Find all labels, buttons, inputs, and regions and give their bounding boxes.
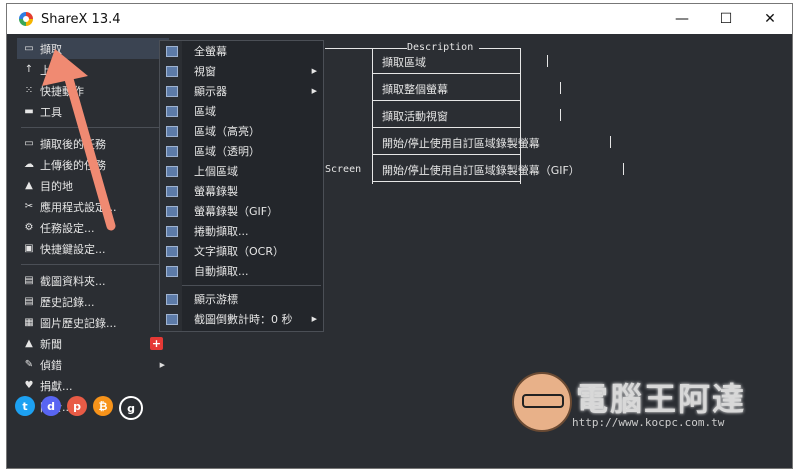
arrow-head	[42, 49, 88, 86]
arrow-shaft	[62, 67, 116, 231]
patreon-icon[interactable]: p	[67, 396, 87, 416]
bitcoin-icon[interactable]: ₿	[93, 396, 113, 416]
social-links: t d p ₿ g	[15, 396, 143, 420]
watermark-title: 電腦王阿達	[576, 380, 747, 418]
github-icon[interactable]: g	[119, 396, 143, 420]
discord-icon[interactable]: d	[41, 396, 61, 416]
watermark: 電腦王阿達 http://www.kocpc.com.tw	[506, 368, 796, 448]
watermark-mascot-icon	[512, 372, 572, 432]
watermark-url: http://www.kocpc.com.tw	[572, 416, 725, 429]
twitter-icon[interactable]: t	[15, 396, 35, 416]
